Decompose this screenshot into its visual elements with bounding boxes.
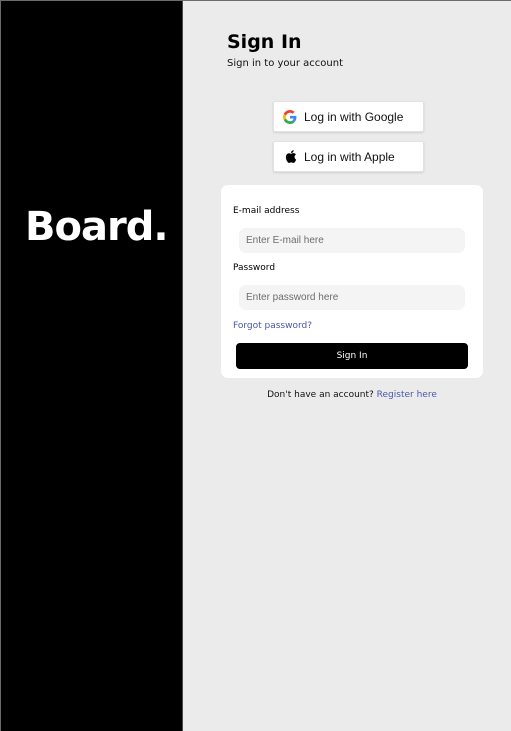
email-label: E-mail address [233,206,300,216]
brand-sidebar: Board. [1,1,182,731]
google-login-button[interactable]: Log in with Google [273,101,424,132]
register-link[interactable]: Register here [377,390,437,400]
password-label: Password [233,263,276,273]
email-field[interactable] [239,228,465,253]
forgot-password-link[interactable]: Forgot password? [233,321,312,331]
register-prompt-text: Don't have an account? [267,390,377,400]
brand-logo-text: Board. [25,204,169,250]
password-field[interactable] [239,285,465,310]
sign-in-button[interactable]: Sign In [236,343,468,369]
google-icon [282,109,298,125]
apple-login-label: Log in with Apple [304,149,395,164]
sidebar-divider [182,1,183,731]
page-subtitle: Sign in to your account [227,58,344,69]
sign-in-form-card: E-mail address Password Forgot password?… [221,185,483,378]
apple-icon [282,149,298,165]
apple-login-button[interactable]: Log in with Apple [273,141,424,172]
google-login-label: Log in with Google [304,109,404,124]
sign-in-page: Board. Sign In Sign in to your account L… [0,0,511,731]
register-prompt: Don't have an account? Register here [221,390,483,400]
page-title: Sign In [227,31,302,53]
